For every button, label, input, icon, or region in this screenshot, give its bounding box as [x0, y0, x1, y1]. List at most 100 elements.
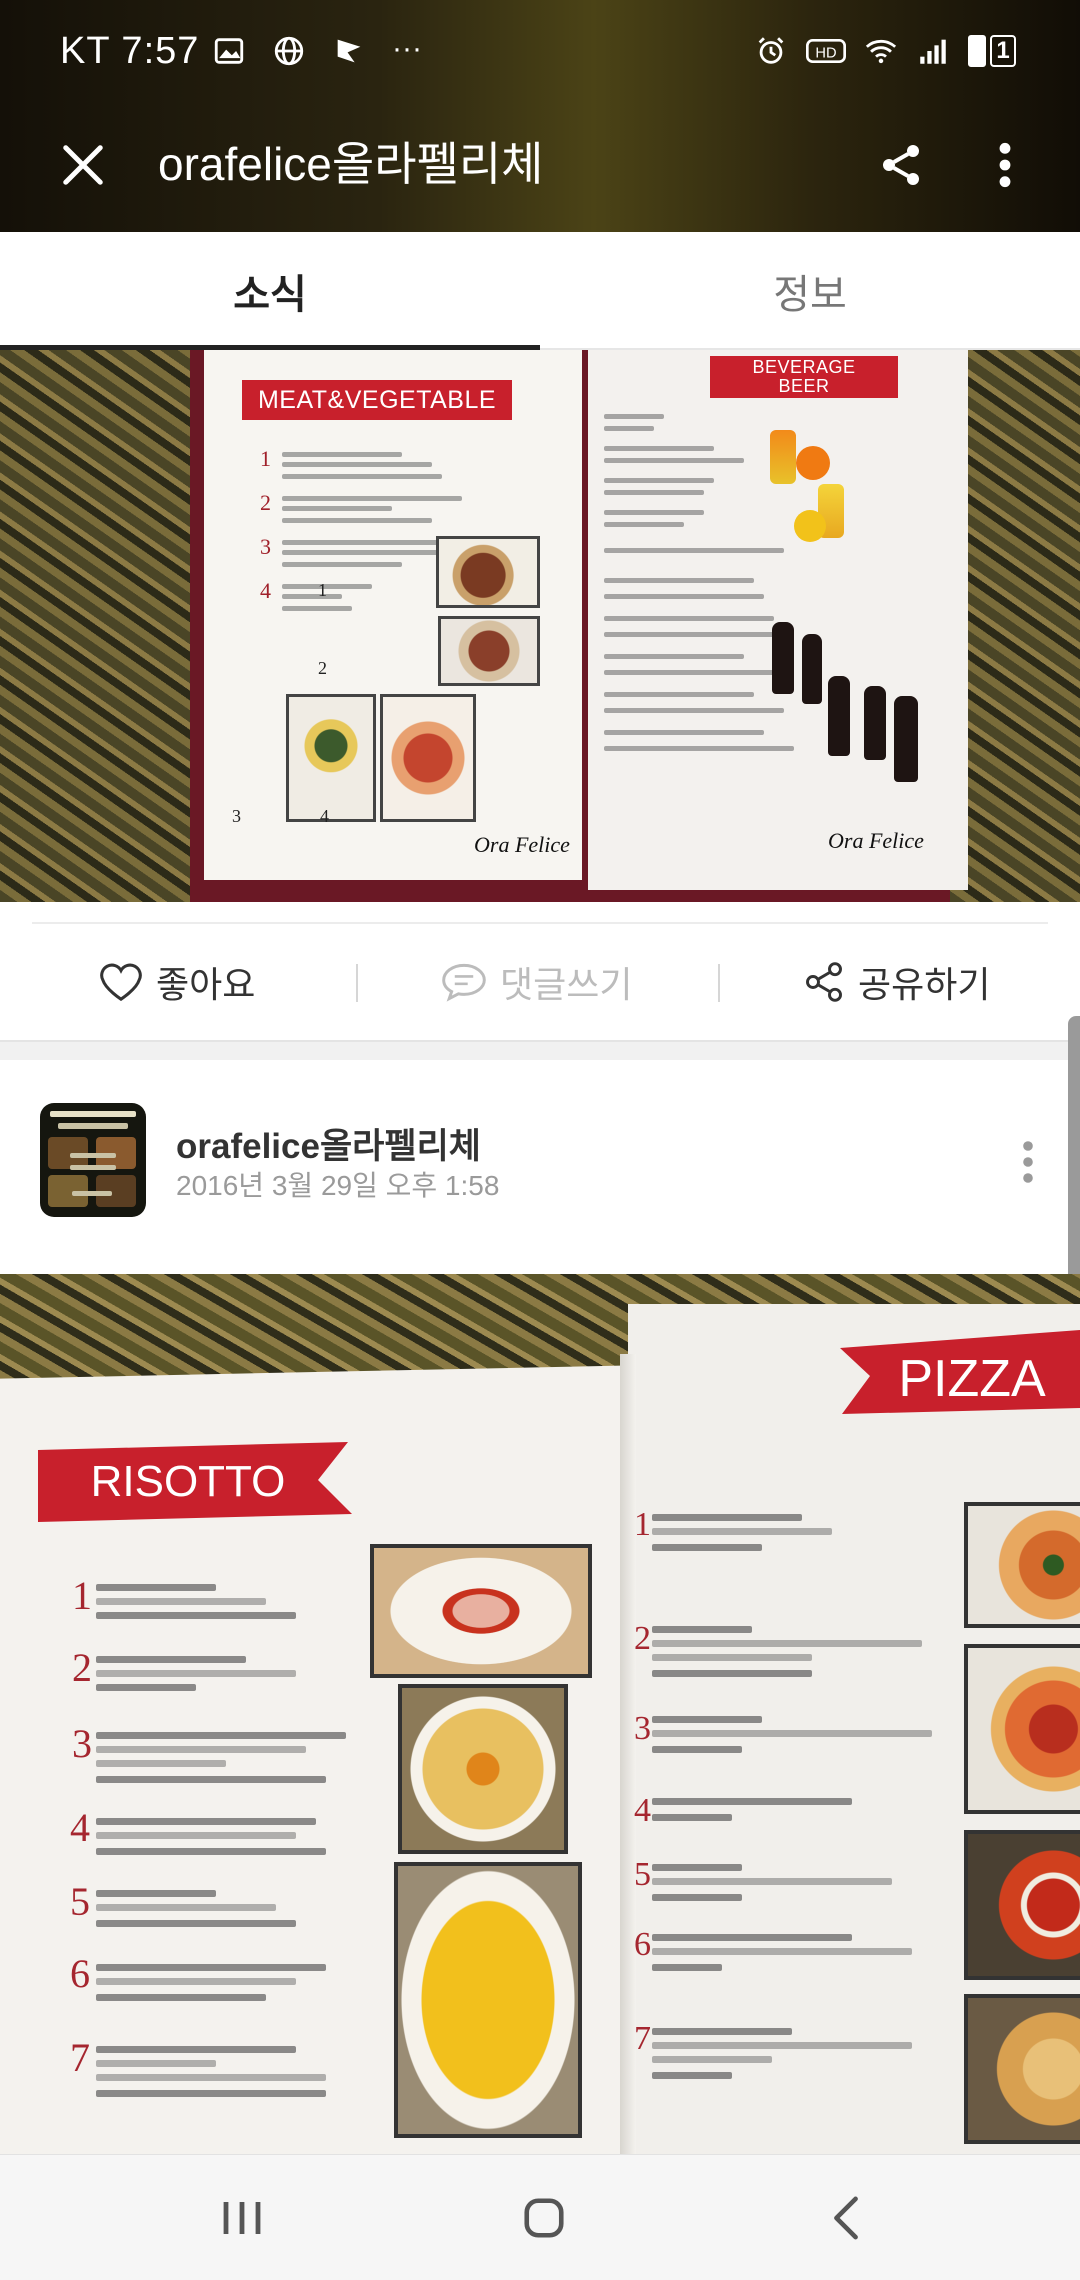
menu-number: 3 — [634, 1710, 651, 1747]
menu-number: 4 — [260, 578, 271, 603]
back-button[interactable] — [806, 2183, 886, 2253]
menu-page-left: MEAT&VEGETABLE 1 2 3 4 Ora Felice 1 2 3 4 — [204, 350, 582, 880]
post-image-menu-risotto-pizza[interactable]: RISOTTO PIZZA 1 2 3 4 5 6 7 1 2 3 4 5 6 … — [0, 1274, 1080, 2154]
menu-number: 7 — [70, 2035, 90, 2080]
comment-button[interactable]: 댓글쓰기 — [440, 924, 632, 1040]
post-more-button[interactable] — [1006, 1126, 1050, 1198]
like-button[interactable]: 좋아요 — [98, 924, 255, 1040]
menu-number: 2 — [260, 490, 271, 515]
battery-icon: 1 — [968, 35, 1016, 67]
food-photo-1 — [436, 536, 540, 608]
menu-number: 4 — [70, 1805, 90, 1850]
share-button[interactable] — [866, 130, 936, 200]
pizza-photo-4 — [964, 1994, 1080, 2144]
share-label: 공유하기 — [858, 964, 991, 1005]
menu-number: 1 — [634, 1506, 651, 1543]
avatar[interactable] — [40, 1103, 146, 1217]
share-icon — [883, 145, 919, 185]
heart-icon — [100, 963, 142, 1002]
menu-number: 2 — [72, 1645, 92, 1690]
menu-number: 4 — [634, 1792, 651, 1829]
menu-number: 5 — [634, 1856, 651, 1893]
food-photo-2 — [438, 616, 540, 686]
close-button[interactable] — [50, 132, 116, 198]
close-icon — [63, 145, 103, 185]
battery-level: 1 — [990, 35, 1016, 67]
more-vert-icon — [999, 142, 1011, 188]
banner-beverage-beer: BEVERAGE BEER — [710, 356, 898, 398]
app-bar: orafelice올라펠리체 — [0, 104, 1080, 232]
tab-news[interactable]: 소식 — [0, 232, 540, 350]
menu-number: 1 — [72, 1573, 92, 1618]
top-header: KT 7:57 ··· HD 1 orafelice올라펠리체 — [0, 0, 1080, 232]
menu-number: 7 — [634, 2020, 651, 2057]
beer-bottle — [802, 634, 822, 704]
menu-page-right: BEVERAGE BEER Ora Felice — [588, 350, 968, 890]
food-photo-3 — [286, 694, 376, 822]
alarm-icon — [758, 37, 784, 64]
beer-bottle — [864, 686, 886, 760]
menu-number: 1 — [260, 446, 271, 471]
can-orange — [770, 430, 796, 484]
menu-number: 6 — [634, 1926, 651, 1963]
banner-meat-vegetable: MEAT&VEGETABLE — [242, 380, 512, 420]
menu-number: 3 — [260, 534, 271, 559]
pizza-photo-2 — [964, 1644, 1080, 1814]
status-time: KT 7:57 — [60, 30, 200, 72]
action-separator — [718, 964, 720, 1002]
risotto-photo-3 — [394, 1862, 582, 2138]
comment-label: 댓글쓰기 — [500, 964, 633, 1005]
risotto-photo-2 — [398, 1684, 568, 1854]
signal-icon — [920, 39, 946, 64]
hd-icon: HD — [806, 39, 846, 63]
more-vert-icon — [1023, 1141, 1033, 1183]
more-options-button[interactable] — [970, 130, 1040, 200]
orange-fruit — [796, 446, 830, 480]
beer-bottle — [828, 676, 850, 756]
svg-text:HD: HD — [815, 46, 836, 62]
post-image-menu-meat-beverage[interactable]: MEAT&VEGETABLE 1 2 3 4 Ora Felice 1 2 3 4 B… — [0, 350, 1080, 902]
photo-number: 4 — [320, 806, 329, 826]
menu-number: 6 — [70, 1951, 90, 1996]
photo-number: 1 — [318, 580, 327, 600]
banner-pizza-text: PIZZA — [898, 1350, 1046, 1408]
action-separator — [356, 964, 358, 1002]
banner-risotto: RISOTTO — [38, 1442, 352, 1522]
food-photo-4 — [380, 694, 476, 822]
recent-apps-icon — [223, 2202, 261, 2234]
photo-number: 3 — [232, 806, 241, 826]
comment-icon — [442, 963, 486, 1002]
banner-beverage: BEVERAGE — [752, 357, 856, 377]
recent-apps-button[interactable] — [202, 2183, 282, 2253]
post-actions: 좋아요 댓글쓰기 공유하기 — [0, 924, 1080, 1040]
share-icon — [806, 962, 842, 1002]
pizza-photo-3 — [964, 1830, 1080, 1980]
gallery-icon — [214, 38, 244, 64]
beer-bottle — [772, 622, 794, 694]
tab-info[interactable]: 정보 — [540, 232, 1080, 350]
pizza-photo-1 — [964, 1502, 1080, 1628]
post-date: 2016년 3월 29일 오후 1:58 — [176, 1170, 500, 1201]
banner-beer: BEER — [778, 376, 830, 396]
like-label: 좋아요 — [156, 964, 256, 1005]
home-icon — [524, 2198, 564, 2238]
menu-number: 3 — [72, 1721, 92, 1766]
lemon-fruit — [794, 510, 826, 542]
more-dots-icon: ··· — [392, 32, 422, 65]
photo-number: 2 — [318, 658, 327, 678]
signature-right: Ora Felice — [828, 828, 924, 853]
post-separator — [0, 1040, 1080, 1060]
menu-number: 2 — [634, 1620, 651, 1657]
banner-pizza: PIZZA — [840, 1330, 1080, 1414]
author-name[interactable]: orafelice올라펠리체 — [176, 1118, 481, 1169]
home-button[interactable] — [504, 2183, 584, 2253]
globe-icon — [274, 36, 304, 66]
share-post-button[interactable]: 공유하기 — [802, 924, 990, 1040]
post-header: orafelice올라펠리체 2016년 3월 29일 오후 1:58 — [0, 1060, 1080, 1274]
system-nav-bar — [0, 2154, 1080, 2280]
beer-bottle — [894, 696, 918, 782]
wifi-icon — [865, 39, 897, 64]
status-bar: KT 7:57 ··· HD 1 — [0, 0, 1080, 104]
back-icon — [834, 2196, 858, 2240]
banner-risotto-text: RISOTTO — [91, 1457, 286, 1506]
